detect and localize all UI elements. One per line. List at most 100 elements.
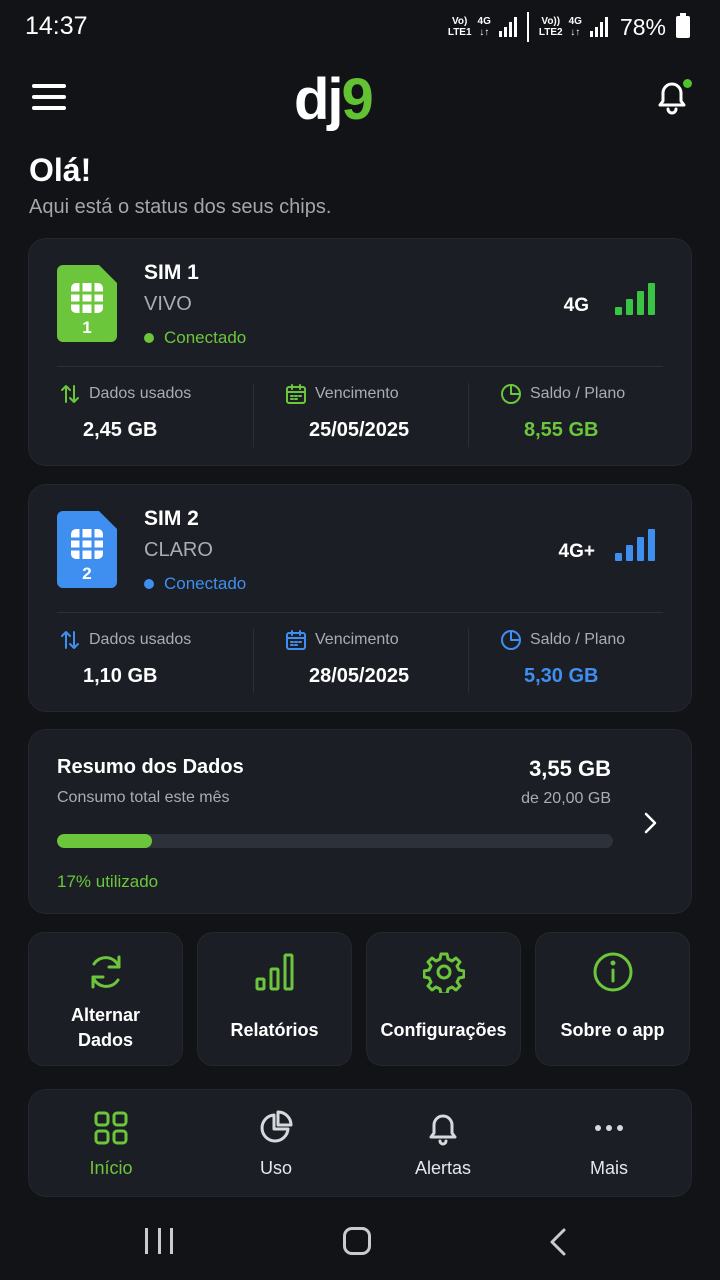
battery-icon: [676, 13, 690, 38]
stat-label: Vencimento: [315, 385, 399, 402]
status-time: 14:37: [25, 12, 88, 40]
grid-icon: [94, 1111, 128, 1145]
usage-percent: 17% utilizado: [57, 872, 159, 891]
balance-stat: Saldo / Plano 8,55 GB: [500, 383, 625, 449]
hamburger-icon[interactable]: [32, 84, 66, 110]
card-divider: [57, 366, 663, 367]
nav-label: Alertas: [414, 1158, 472, 1178]
gear-icon: [422, 952, 465, 993]
sim-status: Conectado: [144, 328, 246, 348]
calendar-icon: [286, 384, 306, 404]
status-dot: [144, 333, 154, 343]
sim-carrier: VIVO: [144, 293, 192, 315]
summary-subtitle: Consumo total este mês: [57, 789, 230, 806]
due-date-stat: Vencimento 25/05/2025: [285, 383, 409, 449]
sim-title: SIM 1: [144, 261, 199, 284]
balance-stat: Saldo / Plano 5,30 GB: [500, 629, 625, 695]
stat-separator: [253, 629, 254, 693]
summary-title: Resumo dos Dados: [57, 756, 244, 778]
sim-carrier: CLARO: [144, 539, 213, 561]
status-separator: [526, 12, 529, 42]
reports-button[interactable]: Relatórios: [197, 932, 352, 1066]
usage-progress-bar: [57, 834, 613, 848]
refresh-icon: [91, 955, 120, 989]
sim2-volte-indicator: Vo)) LTE2: [538, 16, 563, 38]
card-divider: [57, 612, 663, 613]
stat-label: Saldo / Plano: [530, 385, 626, 402]
bell-icon: [429, 1114, 457, 1146]
stat-value: 1,10 GB: [83, 665, 158, 687]
sim1-volte-indicator: Vo) LTE1: [447, 16, 472, 38]
calendar-icon: [286, 630, 306, 650]
tile-label: Configurações: [380, 1020, 507, 1040]
greeting-title: Olá!: [29, 152, 92, 188]
stat-label: Dados usados: [89, 631, 192, 648]
tile-label: Alternar Dados: [70, 1005, 141, 1050]
summary-total: 3,55 GB: [529, 756, 611, 781]
settings-button[interactable]: Configurações: [366, 932, 521, 1066]
nav-label: Uso: [259, 1158, 292, 1178]
sim-status: Conectado: [144, 574, 246, 594]
stat-label: Saldo / Plano: [530, 631, 626, 648]
chevron-right-icon[interactable]: [641, 810, 659, 836]
sim-status-label: Conectado: [164, 574, 247, 593]
data-used-stat: Dados usados 1,10 GB: [59, 629, 191, 695]
sim-number: 2: [82, 564, 92, 583]
nav-item-home[interactable]: Início: [41, 1090, 181, 1198]
stat-value: 5,30 GB: [524, 665, 599, 687]
greeting-subtitle: Aqui está o status dos seus chips.: [29, 196, 332, 218]
bar-chart-icon: [255, 953, 293, 991]
status-bar: 14:37 Vo) LTE1 4G ↓↑ Vo)) LTE2 4G ↓↑ 78%: [0, 0, 720, 54]
about-button[interactable]: Sobre o app: [535, 932, 690, 1066]
nav-item-more[interactable]: Mais: [539, 1090, 679, 1198]
switch-data-button[interactable]: Alternar Dados: [28, 932, 183, 1066]
tile-label: Sobre o app: [560, 1020, 665, 1040]
network-type: 4G: [563, 295, 589, 316]
app-logo: dj9: [294, 67, 374, 132]
nav-label: Início: [89, 1158, 133, 1178]
signal-strength-icon: [615, 527, 655, 561]
battery-percent: 78%: [619, 13, 666, 40]
sim-title: SIM 2: [144, 507, 199, 530]
sim-number: 1: [82, 318, 92, 337]
pie-chart-icon: [501, 384, 521, 404]
recent-apps-icon[interactable]: [145, 1228, 173, 1254]
due-date-stat: Vencimento 28/05/2025: [285, 629, 409, 695]
sim1-signal-icon: [498, 17, 517, 37]
stat-value: 28/05/2025: [309, 665, 410, 687]
info-icon: [593, 952, 632, 992]
sim2-card[interactable]: 2 SIM 2 CLARO Conectado 4G+ Dados usados…: [28, 484, 692, 712]
sim2-network-indicator: 4G ↓↑: [568, 16, 582, 38]
transfer-arrows-icon: [61, 631, 79, 649]
signal-strength-icon: [615, 281, 655, 315]
pie-chart-icon: [260, 1110, 293, 1143]
tile-label: Relatórios: [230, 1020, 319, 1040]
transfer-arrows-icon: [61, 385, 79, 403]
stat-label: Dados usados: [89, 385, 192, 402]
sim1-network-indicator: 4G ↓↑: [477, 16, 491, 38]
system-navigation-bar: [0, 1210, 720, 1280]
bottom-navigation: Início Uso Alertas Mais: [28, 1089, 692, 1197]
status-dot: [144, 579, 154, 589]
pie-chart-icon: [501, 630, 521, 650]
summary-plan: de 20,00 GB: [521, 790, 611, 807]
stat-value: 2,45 GB: [83, 419, 158, 441]
stat-value: 25/05/2025: [309, 419, 410, 441]
nav-item-alerts[interactable]: Alertas: [373, 1090, 513, 1198]
notification-dot: [683, 79, 692, 88]
more-icon: [595, 1125, 623, 1131]
back-icon[interactable]: [548, 1227, 568, 1257]
status-icons: Vo) LTE1 4G ↓↑ Vo)) LTE2 4G ↓↑ 78%: [448, 12, 690, 42]
nav-item-usage[interactable]: Uso: [206, 1090, 346, 1198]
stat-value: 8,55 GB: [524, 419, 599, 441]
network-type: 4G+: [558, 541, 595, 562]
stat-separator: [468, 629, 469, 693]
data-used-stat: Dados usados 2,45 GB: [59, 383, 191, 449]
stat-label: Vencimento: [315, 631, 399, 648]
data-summary-card[interactable]: Resumo dos Dados Consumo total este mês …: [28, 729, 692, 914]
sim1-card[interactable]: 1 SIM 1 VIVO Conectado 4G Dados usados 2…: [28, 238, 692, 466]
sim2-signal-icon: [589, 17, 608, 37]
home-icon[interactable]: [343, 1227, 371, 1255]
stat-separator: [468, 383, 469, 447]
sim-status-label: Conectado: [164, 328, 247, 347]
